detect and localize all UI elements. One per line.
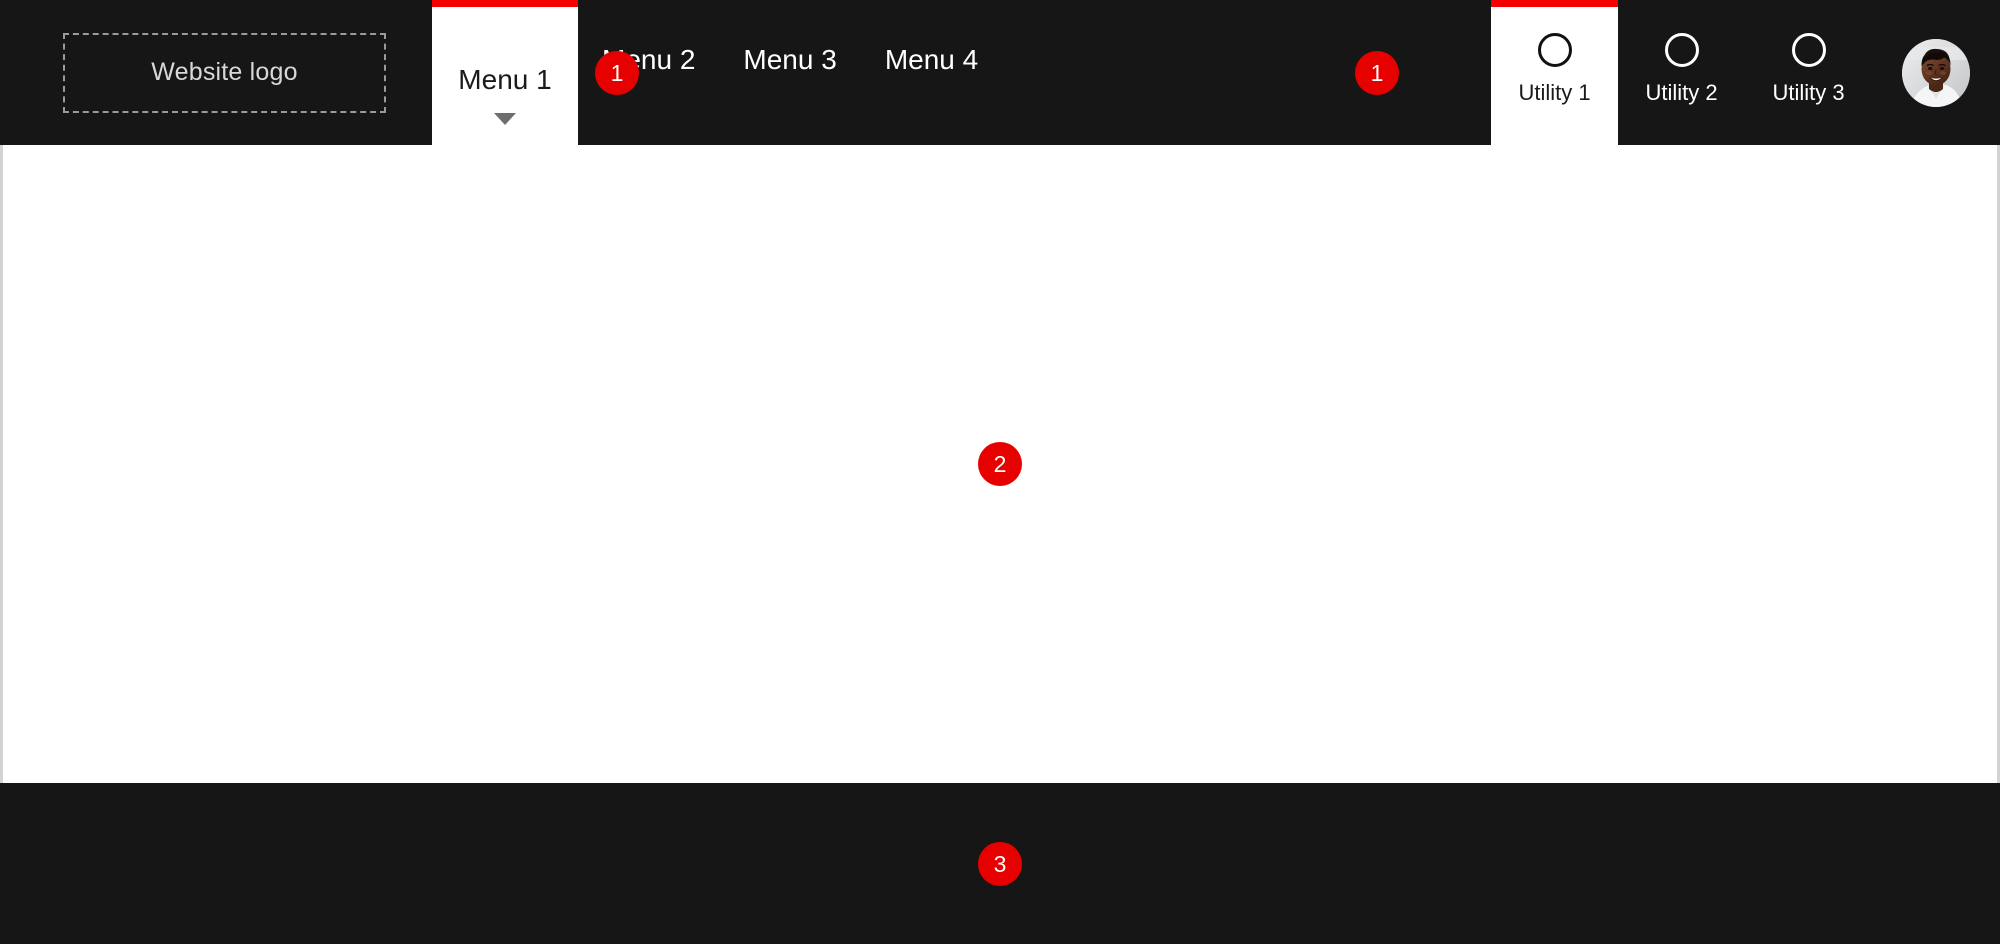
utility-item-2[interactable]: Utility 2 <box>1618 0 1745 145</box>
annotation-badge-utility-nav: 1 <box>1355 51 1399 95</box>
annotation-badge-footer: 3 <box>978 842 1022 886</box>
circle-icon <box>1537 33 1572 67</box>
website-logo-placeholder[interactable]: Website logo <box>63 32 386 113</box>
active-indicator-bar <box>1491 0 1618 7</box>
nav-item-menu-4-label: Menu 4 <box>884 44 979 75</box>
utility-navigation: Utility 1 Utility 2 Utility 3 <box>1491 0 1872 145</box>
site-header: Website logo Menu 1 Menu 2 Menu 3 Menu 4 <box>0 0 2000 145</box>
active-indicator-bar <box>432 0 578 7</box>
main-navigation: Menu 1 Menu 2 Menu 3 Menu 4 <box>432 0 1491 145</box>
page-root: Website logo Menu 1 Menu 2 Menu 3 Menu 4 <box>0 0 2000 944</box>
nav-item-menu-4[interactable]: Menu 4 <box>861 0 1002 145</box>
website-logo-label: Website logo <box>151 58 298 86</box>
annotation-badge-main-nav: 1 <box>595 51 639 95</box>
avatar[interactable] <box>1902 38 1970 107</box>
utility-item-1-label: Utility 1 <box>1518 80 1591 105</box>
nav-item-menu-1-label: Menu 1 <box>458 64 552 95</box>
chevron-down-icon[interactable] <box>494 113 516 125</box>
utility-item-3[interactable]: Utility 3 <box>1745 0 1872 145</box>
logo-zone: Website logo <box>0 0 432 145</box>
annotation-badge-body: 2 <box>978 442 1022 486</box>
circle-icon <box>1791 33 1826 67</box>
nav-item-menu-3[interactable]: Menu 3 <box>719 0 860 145</box>
avatar-zone <box>1872 0 2000 145</box>
nav-item-menu-3-label: Menu 3 <box>743 44 837 75</box>
circle-icon <box>1664 33 1699 67</box>
utility-item-1[interactable]: Utility 1 <box>1491 0 1618 145</box>
nav-item-menu-1[interactable]: Menu 1 <box>432 0 578 145</box>
utility-item-2-label: Utility 2 <box>1645 80 1718 105</box>
utility-item-3-label: Utility 3 <box>1772 80 1845 105</box>
user-avatar-photo <box>1902 38 1970 107</box>
